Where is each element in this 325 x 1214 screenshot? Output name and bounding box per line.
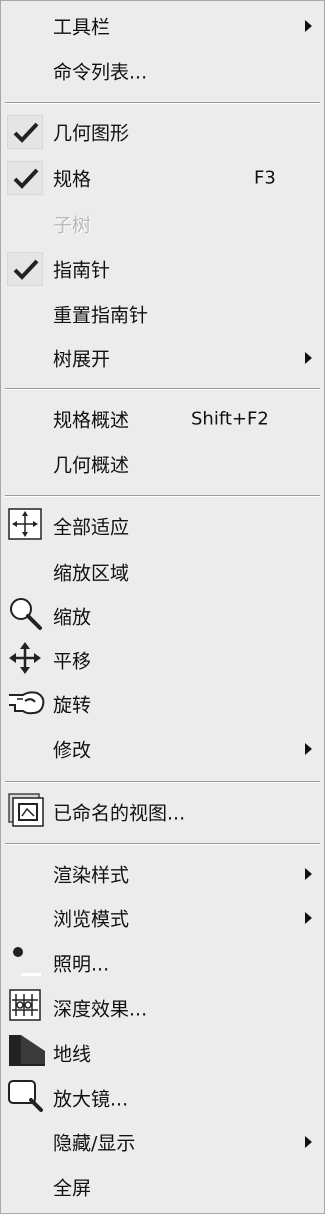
menu-item-navigation-mode[interactable]: 浏览模式 [1, 897, 324, 939]
menu-item-label: 旋转 [53, 694, 92, 717]
checkmark-icon [7, 161, 43, 195]
menu-item-label: 地线 [53, 1043, 92, 1066]
menu-item-label: 放大镜... [53, 1088, 129, 1111]
menu-item-label: 缩放 [53, 606, 92, 629]
menu-item-label: 已命名的视图... [53, 802, 186, 825]
menu-item-label: 几何图形 [53, 122, 130, 145]
menu-item-geometry-overview[interactable]: 几何概述 [1, 443, 324, 485]
menu-item-fit-all[interactable]: 全部适应 [1, 505, 324, 547]
menu-item-label: 规格概述 [53, 409, 130, 432]
menu-item-label: 全屏 [53, 1177, 92, 1200]
menu-item-label: 隐藏/显示 [53, 1132, 136, 1155]
submenu-arrow-icon [305, 352, 312, 364]
menu-item-rotate[interactable]: 旋转 [1, 683, 324, 725]
submenu-arrow-icon [305, 1136, 312, 1148]
view-context-menu: 工具栏 命令列表... 几何图形 规格 F3 子树 指南针 重置指南针 树展开 [0, 0, 325, 1214]
menu-separator [5, 388, 320, 390]
menu-item-label: 深度效果... [53, 998, 148, 1021]
menu-item-hide-show[interactable]: 隐藏/显示 [1, 1121, 324, 1163]
ground-icon [7, 1033, 47, 1073]
rotate-hand-icon [7, 685, 47, 723]
menu-item-label: 命令列表... [53, 61, 148, 84]
shortcut-text: Shift+F2 [191, 408, 269, 430]
menu-item-ground[interactable]: 地线 [1, 1032, 324, 1074]
depth-effect-icon [7, 988, 47, 1028]
menu-item-label: 规格 [53, 168, 92, 191]
menu-item-toolbar[interactable]: 工具栏 [1, 5, 324, 47]
menu-item-reset-compass[interactable]: 重置指南针 [1, 293, 324, 335]
menu-item-expand-tree[interactable]: 树展开 [1, 337, 324, 379]
submenu-arrow-icon [305, 868, 312, 880]
menu-item-label: 渲染样式 [53, 864, 130, 887]
submenu-arrow-icon [305, 20, 312, 32]
magnifier-glass-icon [7, 1078, 47, 1118]
fit-all-icon [7, 507, 43, 545]
checkmark-icon [7, 252, 43, 286]
pan-arrows-icon [7, 641, 43, 679]
light-icon [7, 943, 43, 983]
menu-item-depth-effect[interactable]: 深度效果... [1, 987, 324, 1029]
menu-item-lighting[interactable]: 照明... [1, 942, 324, 984]
menu-item-label: 几何概述 [53, 454, 130, 477]
shortcut-text: F3 [254, 167, 276, 189]
menu-item-label: 照明... [53, 953, 110, 976]
menu-item-named-views[interactable]: 已命名的视图... [1, 791, 324, 833]
submenu-arrow-icon [305, 743, 312, 755]
menu-item-subtree: 子树 [1, 203, 324, 245]
menu-item-label: 重置指南针 [53, 304, 149, 327]
menu-item-full-screen[interactable]: 全屏 [1, 1166, 324, 1208]
menu-item-pan[interactable]: 平移 [1, 639, 324, 681]
checkmark-icon [7, 115, 43, 149]
menu-item-zoom[interactable]: 缩放 [1, 595, 324, 637]
menu-separator [5, 781, 320, 783]
menu-item-label: 指南针 [53, 259, 111, 282]
menu-item-magnifier[interactable]: 放大镜... [1, 1077, 324, 1119]
menu-item-label: 修改 [53, 739, 92, 762]
submenu-arrow-icon [305, 912, 312, 924]
menu-item-zoom-area[interactable]: 缩放区域 [1, 551, 324, 593]
menu-item-label: 子树 [53, 214, 92, 237]
menu-item-label: 工具栏 [53, 16, 111, 39]
menu-item-label: 平移 [53, 650, 92, 673]
menu-item-spec-overview[interactable]: 规格概述 Shift+F2 [1, 398, 324, 440]
menu-item-spec[interactable]: 规格 F3 [1, 157, 324, 199]
menu-item-render-style[interactable]: 渲染样式 [1, 853, 324, 895]
magnifier-icon [7, 596, 45, 636]
menu-item-geometry[interactable]: 几何图形 [1, 111, 324, 153]
menu-item-modify[interactable]: 修改 [1, 728, 324, 770]
named-views-icon [7, 792, 45, 832]
menu-item-compass[interactable]: 指南针 [1, 248, 324, 290]
menu-item-label: 树展开 [53, 348, 111, 371]
menu-item-command-list[interactable]: 命令列表... [1, 50, 324, 92]
menu-item-label: 浏览模式 [53, 908, 130, 931]
menu-item-label: 全部适应 [53, 516, 130, 539]
menu-separator [5, 843, 320, 845]
menu-item-label: 缩放区域 [53, 562, 130, 585]
menu-separator [5, 495, 320, 497]
menu-separator [5, 102, 320, 104]
